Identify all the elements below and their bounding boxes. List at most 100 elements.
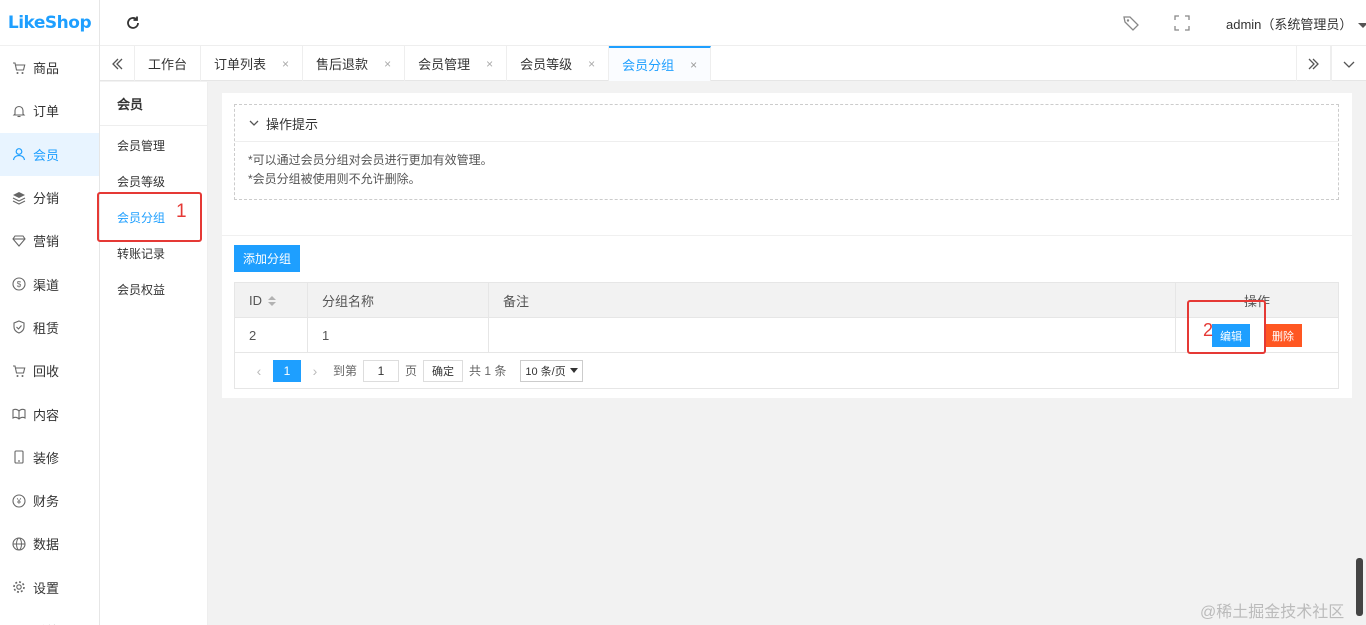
sub-menu-item[interactable]: 转账记录 [100,235,207,271]
tag-icon[interactable] [1122,14,1140,32]
tab-label: 工作台 [148,57,188,72]
sub-menu: 会员 会员管理 会员等级 会员分组 转账记录 会员权益 [100,82,208,625]
chevron-down-icon [248,117,260,129]
goto-prefix: 到第 [333,364,358,378]
close-icon[interactable]: × [588,57,595,71]
tab[interactable]: 会员等级 × [507,46,610,81]
divider [222,235,1352,236]
col-id-label: ID [249,293,262,308]
nav-item-label: 订单 [33,104,60,120]
nav-item-label: 财务 [33,494,60,510]
nav-item[interactable]: 会员 [0,132,99,176]
cell-remark [489,318,1176,353]
page-current[interactable]: 1 [273,359,301,382]
col-name-header: 分组名称 [308,283,489,318]
tip-line: *可以通过会员分组对会员进行更加有效管理。 [248,153,493,167]
top-header: admin（系统管理员） [100,0,1366,46]
nav-item-label: 数据 [33,537,60,553]
next-page-icon[interactable]: › [303,360,327,382]
fullscreen-icon[interactable] [1174,15,1190,31]
nav-item-label: 回收 [33,364,60,380]
user-menu[interactable]: admin（系统管理员） [1226,14,1366,33]
table-header: ID 分组名称 备注 操作 [235,283,1338,318]
nav-item-label: 租赁 [33,320,60,336]
total-count: 共 1 条 [469,364,507,378]
sub-menu-item[interactable]: 会员权益 [100,271,207,307]
col-remark-header: 备注 [489,283,1176,318]
nav-item[interactable]: 装修 [0,436,99,479]
cart-icon [12,364,26,378]
nav-item[interactable]: 商品 [0,46,99,89]
close-icon[interactable]: × [282,57,289,71]
tab[interactable]: 会员分组 × [609,46,712,81]
tabs-scroll-right-icon[interactable] [1296,46,1331,81]
page-size-value: 10 条/页 [525,365,566,378]
annotation-number-2: 2 [1203,320,1214,340]
tab-label: 售后退款 [316,57,369,72]
tabs-bar: 工作台 订单列表 × 售后退款 × 会员管理 × 会员等级 × 会员分组 × [100,46,1366,81]
tab-label: 会员分组 [622,58,675,73]
tabs: 工作台 订单列表 × 售后退款 × 会员管理 × 会员等级 × 会员分组 × [135,46,712,81]
nav-item-label: 会员 [33,147,60,163]
cell-ops: 编辑 删除 [1176,318,1338,353]
nav-item[interactable]: 系统 [0,609,99,625]
edit-button[interactable]: 编辑 [1212,324,1250,347]
page-size-select[interactable]: 10 条/页 [520,359,583,382]
tip-line: *会员分组被使用则不允许删除。 [248,172,421,186]
goto-confirm-button[interactable]: 确定 [423,359,464,382]
nav-item[interactable]: 租赁 [0,306,99,349]
nav-item[interactable]: 订单 [0,89,99,132]
tab-label: 会员等级 [520,57,573,72]
logo: LikeShop [0,0,99,46]
nav-item-label: 系统 [33,621,59,625]
user-name: admin（系统管理员） [1226,17,1353,32]
shield-icon [12,320,26,335]
bell-icon [12,104,26,118]
nav-item[interactable]: 内容 [0,392,99,435]
tab[interactable]: 会员管理 × [405,46,508,81]
yen-icon: ¥ [12,494,26,508]
nav-item[interactable]: 分销 [0,176,99,219]
nav-item-label: 分销 [33,191,60,207]
cell-id: 2 [235,318,308,353]
globe-icon [12,537,26,551]
svg-text:¥: ¥ [16,497,22,506]
close-icon[interactable]: × [384,57,391,71]
tab[interactable]: 售后退款 × [303,46,406,81]
tips-header[interactable]: 操作提示 [235,105,1338,142]
user-icon [12,147,26,161]
delete-button[interactable]: 删除 [1264,324,1302,347]
close-icon[interactable]: × [486,57,493,71]
nav-list: 商品订单会员分销营销 $ 渠道租赁回收内容装修 ¥ 财务数据设置系统 [0,46,99,625]
sub-menu-title: 会员 [100,82,207,126]
nav-item[interactable]: 营销 [0,219,99,262]
nav-item[interactable]: 回收 [0,349,99,392]
tabs-scroll-left-icon[interactable] [100,46,135,81]
add-group-button[interactable]: 添加分组 [234,245,301,272]
table-row: 2 1 编辑 删除 [235,318,1338,353]
pagination: ‹ 1 › 到第 页 确定 共 1 条 10 条/页 [235,353,1338,388]
nav-item[interactable]: ¥ 财务 [0,479,99,522]
refresh-icon[interactable] [124,14,142,32]
sub-menu-list: 会员管理 会员等级 会员分组 转账记录 会员权益 [100,126,207,307]
svg-text:$: $ [17,280,22,289]
goto-page-input[interactable] [363,359,400,382]
sub-menu-item[interactable]: 会员等级 [100,163,207,199]
prev-page-icon[interactable]: ‹ [247,360,271,382]
tab[interactable]: 工作台 [135,46,202,81]
close-icon[interactable]: × [690,58,697,72]
nav-item[interactable]: 数据 [0,522,99,565]
col-id-header[interactable]: ID [235,283,308,318]
nav-item-label: 营销 [33,234,60,250]
sub-menu-item[interactable]: 会员分组 [100,199,207,235]
gear-icon [12,580,26,594]
tabs-menu-chevron-down-icon[interactable] [1331,46,1366,81]
sub-menu-item[interactable]: 会员管理 [100,127,207,163]
layers-icon [12,191,26,205]
nav-item[interactable]: 设置 [0,566,99,609]
group-table: ID 分组名称 备注 操作 2 1 编辑 删除 ‹ 1 › 到第 页 确定 共 … [234,282,1339,389]
nav-item[interactable]: $ 渠道 [0,262,99,305]
scrollbar-thumb[interactable] [1356,558,1363,616]
tab[interactable]: 订单列表 × [201,46,304,81]
sort-icon[interactable] [268,295,276,306]
